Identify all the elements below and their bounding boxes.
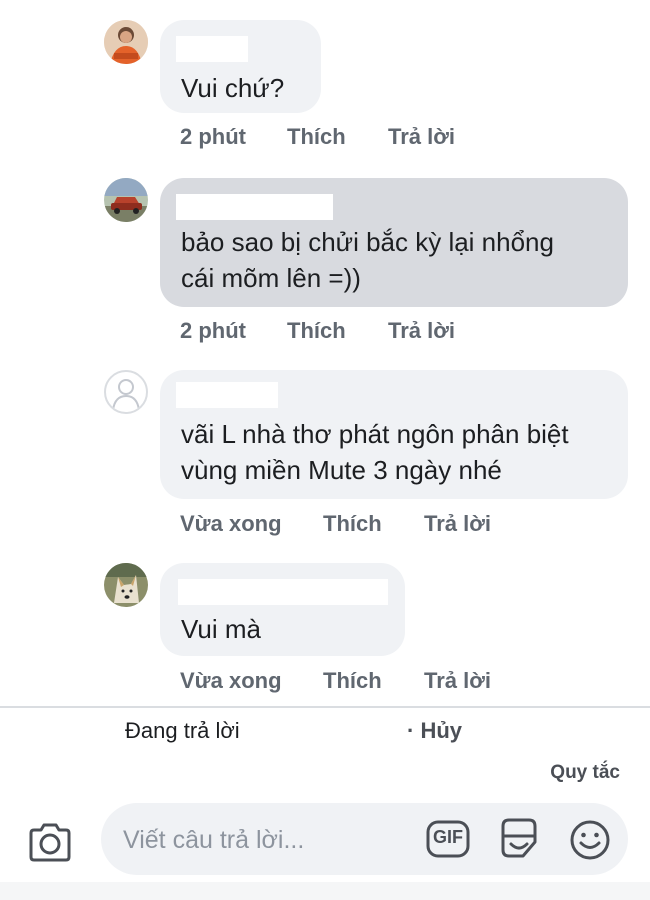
comment-time[interactable]: 2 phút xyxy=(180,124,287,154)
avatar-car xyxy=(104,178,148,222)
comment-time[interactable]: Vừa xong xyxy=(180,668,323,698)
gif-label: GIF xyxy=(433,827,463,847)
comment-bubble[interactable]: Vui chứ? xyxy=(160,20,321,113)
like-button[interactable]: Thích xyxy=(287,124,388,154)
divider xyxy=(0,706,650,708)
comment-actions: Vừa xong Thích Trả lời xyxy=(180,511,491,541)
comment-bubble-highlighted[interactable]: bảo sao bị chửi bắc kỳ lại nhổng cái mõm… xyxy=(160,178,628,307)
comment-bubble[interactable]: vãi L nhà thơ phát ngôn phân biệt vùng m… xyxy=(160,370,628,499)
rules-link[interactable]: Quy tắc xyxy=(550,762,620,784)
reply-input[interactable] xyxy=(121,821,425,859)
comment-bubble[interactable]: Vui mà xyxy=(160,563,405,656)
reply-button[interactable]: Trả lời xyxy=(424,511,491,541)
redacted-name xyxy=(176,382,278,408)
comment-text-line: vãi L nhà thơ phát ngôn phân biệt xyxy=(181,419,569,449)
avatar-person-orange xyxy=(104,20,148,64)
redacted-name xyxy=(178,579,388,605)
comment-avatar[interactable] xyxy=(104,370,148,414)
comment-actions: Vừa xong Thích Trả lời xyxy=(180,668,491,698)
avatar-default-silhouette xyxy=(112,379,140,411)
replying-to-label: Đang trả lời xyxy=(125,718,240,743)
comment-time[interactable]: Vừa xong xyxy=(180,511,323,541)
sticker-icon[interactable] xyxy=(497,816,541,862)
comment-avatar[interactable] xyxy=(104,178,148,222)
reply-button[interactable]: Trả lời xyxy=(388,124,455,154)
comment-time[interactable]: 2 phút xyxy=(180,318,287,348)
comment-text: Vui mà xyxy=(181,614,261,644)
like-button[interactable]: Thích xyxy=(287,318,388,348)
redacted-name xyxy=(176,36,248,62)
cancel-reply-button[interactable]: · Hủy xyxy=(407,718,462,744)
bottom-bar xyxy=(0,882,650,900)
comment-text-line: vùng miền Mute 3 ngày nhé xyxy=(181,455,502,485)
comment-avatar[interactable] xyxy=(104,563,148,607)
reply-button[interactable]: Trả lời xyxy=(388,318,455,348)
comment-actions: 2 phút Thích Trả lời xyxy=(180,124,455,154)
comment-text-line: cái mõm lên =)) xyxy=(181,263,361,293)
reply-button[interactable]: Trả lời xyxy=(424,668,491,698)
like-button[interactable]: Thích xyxy=(323,668,424,698)
reply-composer[interactable]: GIF xyxy=(101,803,628,875)
emoji-icon[interactable] xyxy=(568,818,612,862)
comment-text: Vui chứ? xyxy=(181,73,285,103)
redacted-name xyxy=(176,194,333,220)
comment-text-line: bảo sao bị chửi bắc kỳ lại nhổng xyxy=(181,227,554,257)
like-button[interactable]: Thích xyxy=(323,511,424,541)
gif-icon[interactable]: GIF xyxy=(426,819,470,859)
comment-avatar[interactable] xyxy=(104,20,148,64)
camera-icon[interactable] xyxy=(27,821,73,863)
comment-actions: 2 phút Thích Trả lời xyxy=(180,318,455,348)
avatar-dog xyxy=(104,563,148,607)
